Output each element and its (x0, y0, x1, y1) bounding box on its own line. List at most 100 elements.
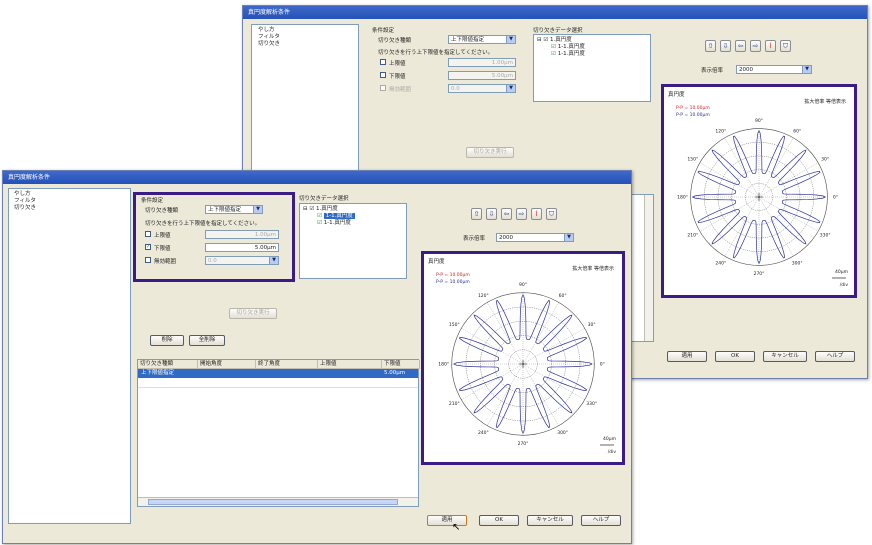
list-horizontal-scrollbar[interactable] (138, 497, 418, 506)
chevron-down-icon[interactable]: ▼ (802, 66, 811, 73)
chevron-down-icon[interactable]: ▼ (564, 234, 573, 241)
delete-button[interactable]: 削除 (150, 335, 184, 346)
upper-limit-input[interactable]: 1.00μm (448, 58, 516, 67)
instruction-text: 切り欠きを行う上下限値を指定してください。 (145, 221, 261, 227)
notch-execute-button[interactable]: 切り欠き実行 (466, 147, 514, 158)
red-cut-icon[interactable]: ⌇ (531, 208, 542, 220)
arrow-up-icon[interactable]: ⇧ (705, 40, 716, 52)
red-cut-icon[interactable]: ⌇ (765, 40, 776, 52)
graph-mode-label: 拡大倍率 等倍表示 (804, 98, 846, 105)
upper-limit-checkbox[interactable] (145, 231, 151, 237)
upper-limit-label: 上限値 (154, 233, 171, 239)
lower-limit-label: 下限値 (389, 74, 406, 80)
arrow-left-icon[interactable]: ⇦ (735, 40, 746, 52)
angle-label: 300° (557, 430, 568, 436)
angle-label: 0° (600, 362, 605, 368)
ok-button[interactable]: OK (479, 515, 519, 526)
arrow-right-icon[interactable]: ⇨ (750, 40, 761, 52)
back-list-scrollbar[interactable] (644, 195, 653, 341)
display-scale-select[interactable]: 2000 ▼ (496, 233, 574, 242)
invalid-range-checkbox[interactable] (380, 85, 386, 91)
back-help-button[interactable]: ヘルプ (815, 351, 855, 362)
back-condition-panel: 条件設定 切り欠き種類 上下限値指定 ▼ 切り欠きを行う上下限値を指定してください… (368, 24, 523, 112)
arrow-down-icon[interactable]: ⇩ (486, 208, 497, 220)
column-header-notch-type[interactable]: 切り欠き種類 (138, 360, 198, 369)
arrow-up-icon[interactable]: ⇧ (471, 208, 482, 220)
data-select-tree: ⊟ ☑ 1.真円度 ☑ 1-1.真円度 ☑ 1-1.真円度 (533, 34, 651, 102)
notch-icon[interactable]: ⛉ (546, 208, 557, 220)
cell-notch-type: 上下限値指定 (141, 370, 175, 376)
invalid-range-label: 無効範囲 (389, 87, 412, 93)
front-polar-plot: 真円度拡大倍率 等倍表示 P-P = 10.00μmP-P = 10.00μm 90… (428, 257, 616, 455)
scale-label: 40μm (603, 436, 616, 442)
angle-label: 270° (518, 441, 529, 447)
upper-limit-input[interactable]: 1.00μm (205, 230, 279, 239)
front-data-select-panel: 切り欠きデータ選択 ⊟ ☑ 1.真円度 ☑ 1-1.真円度 ☑ 1-1.真円度 (297, 193, 409, 281)
arrow-down-icon[interactable]: ⇩ (720, 40, 731, 52)
data-child-item-2[interactable]: ☑ 1-1.真円度 (537, 51, 650, 58)
column-header-end-angle[interactable]: 終了角度 (256, 360, 318, 369)
front-result-list[interactable]: 切り欠き種類 開始角度 終了角度 上限値 下限値 上下限値指定 5.00μm (137, 359, 420, 507)
back-ok-button[interactable]: OK (715, 351, 755, 362)
delete-all-button[interactable]: 全削除 (189, 335, 225, 346)
column-header-lower-limit[interactable]: 下限値 (382, 360, 420, 369)
display-scale-label: 表示倍率 (701, 68, 724, 74)
notch-execute-button[interactable]: 切り欠き実行 (229, 308, 277, 319)
back-apply-button[interactable]: 適用 (667, 351, 707, 362)
data-root-item[interactable]: ⊟ ☑ 1.真円度 (303, 206, 406, 213)
pp-red-label: P-P = 10.00μm (676, 105, 710, 111)
angle-label: 240° (478, 430, 489, 436)
lower-limit-input[interactable]: 5.00μm (205, 243, 279, 252)
chevron-down-icon[interactable]: ▼ (506, 36, 515, 43)
chevron-down-icon[interactable]: ▼ (269, 257, 278, 264)
condition-group-label: 条件設定 (141, 198, 164, 204)
data-child-item-1[interactable]: ☑ 1-1.真円度 (303, 213, 406, 220)
angle-label: 120° (715, 128, 726, 134)
back-polar-plot: 真円度拡大倍率 等倍表示 P-P = 10.00μmP-P = 10.00μm 90… (668, 90, 848, 288)
scrollbar-thumb[interactable] (148, 499, 398, 505)
graph-title: 真円度 (428, 257, 445, 265)
invalid-range-select[interactable]: 0.0 ▼ (205, 256, 279, 265)
help-button[interactable]: ヘルプ (581, 515, 621, 526)
lower-limit-input[interactable]: 5.00μm (448, 71, 516, 80)
data-child-item-1[interactable]: ☑ 1-1.真円度 (537, 44, 650, 51)
arrow-right-icon[interactable]: ⇨ (516, 208, 527, 220)
back-cancel-button[interactable]: キャンセル (763, 351, 807, 362)
back-data-select-panel: 切り欠きデータ選択 ⊟ ☑ 1.真円度 ☑ 1-1.真円度 ☑ 1-1.真円度 (531, 24, 656, 106)
chevron-down-icon[interactable]: ▼ (253, 206, 262, 213)
display-scale-select[interactable]: 2000 ▼ (736, 65, 812, 74)
apply-button[interactable]: 適用 (427, 515, 467, 526)
mouse-cursor-icon: ↖ (452, 522, 461, 533)
angle-label: 270° (754, 271, 765, 277)
column-header-upper-limit[interactable]: 上限値 (318, 360, 382, 369)
instruction-text: 切り欠きを行う上下限値を指定してください。 (378, 50, 494, 56)
notch-type-select[interactable]: 上下限値指定 ▼ (205, 205, 263, 214)
tree-item-filter[interactable]: フィルタ (258, 34, 358, 41)
lower-limit-checkbox[interactable] (380, 72, 386, 78)
table-row[interactable]: 上下限値指定 5.00μm (138, 369, 418, 378)
angle-label: 330° (820, 233, 831, 239)
tree-item-filter[interactable]: フィルタ (14, 198, 130, 205)
tree-item-smoothing[interactable]: やし方 (14, 191, 130, 198)
cancel-button[interactable]: キャンセル (527, 515, 573, 526)
data-child-item-2[interactable]: ☑ 1-1.真円度 (303, 220, 406, 227)
angle-label: 0° (833, 195, 838, 201)
condition-group-label: 条件設定 (372, 28, 395, 34)
invalid-range-checkbox[interactable] (145, 257, 151, 263)
angle-label: 150° (687, 156, 698, 162)
tree-item-notch[interactable]: 切り欠き (14, 205, 130, 212)
data-root-item[interactable]: ⊟ ☑ 1.真円度 (537, 37, 650, 44)
invalid-range-select[interactable]: 0.0 ▼ (448, 84, 516, 93)
tree-item-smoothing[interactable]: やし方 (258, 27, 358, 34)
pp-blue-label: P-P = 10.00μm (436, 279, 470, 285)
column-header-start-angle[interactable]: 開始角度 (198, 360, 256, 369)
lower-limit-checkbox[interactable]: ✓ (145, 244, 151, 250)
tree-item-notch[interactable]: 切り欠き (258, 41, 358, 48)
arrow-left-icon[interactable]: ⇦ (501, 208, 512, 220)
notch-type-select[interactable]: 上下限値指定 ▼ (448, 35, 516, 44)
notch-icon[interactable]: ⛉ (780, 40, 791, 52)
chevron-down-icon[interactable]: ▼ (506, 85, 515, 92)
angle-label: 180° (438, 362, 449, 368)
front-condition-panel: 条件設定 切り欠き種類 上下限値指定 ▼ 切り欠きを行う上下限値を指定してください… (133, 192, 295, 282)
upper-limit-checkbox[interactable] (380, 59, 386, 65)
